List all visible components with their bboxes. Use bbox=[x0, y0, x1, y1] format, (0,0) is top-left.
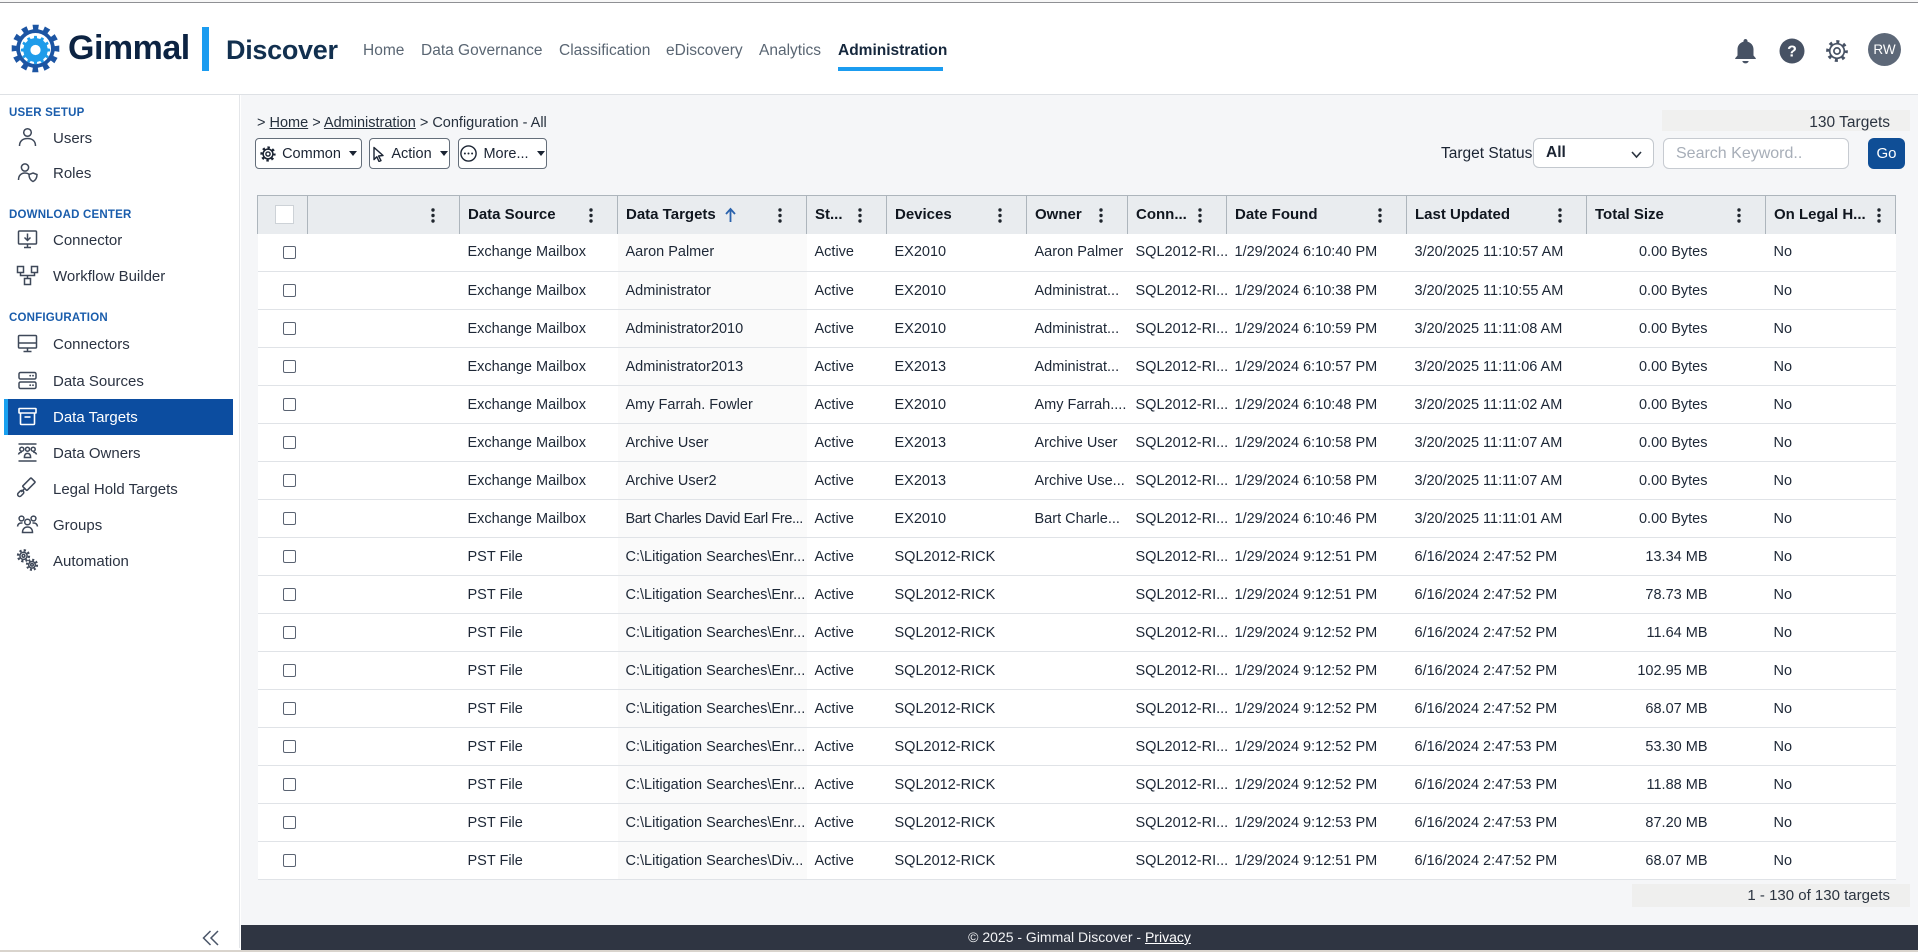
svg-text:?: ? bbox=[1787, 44, 1797, 61]
